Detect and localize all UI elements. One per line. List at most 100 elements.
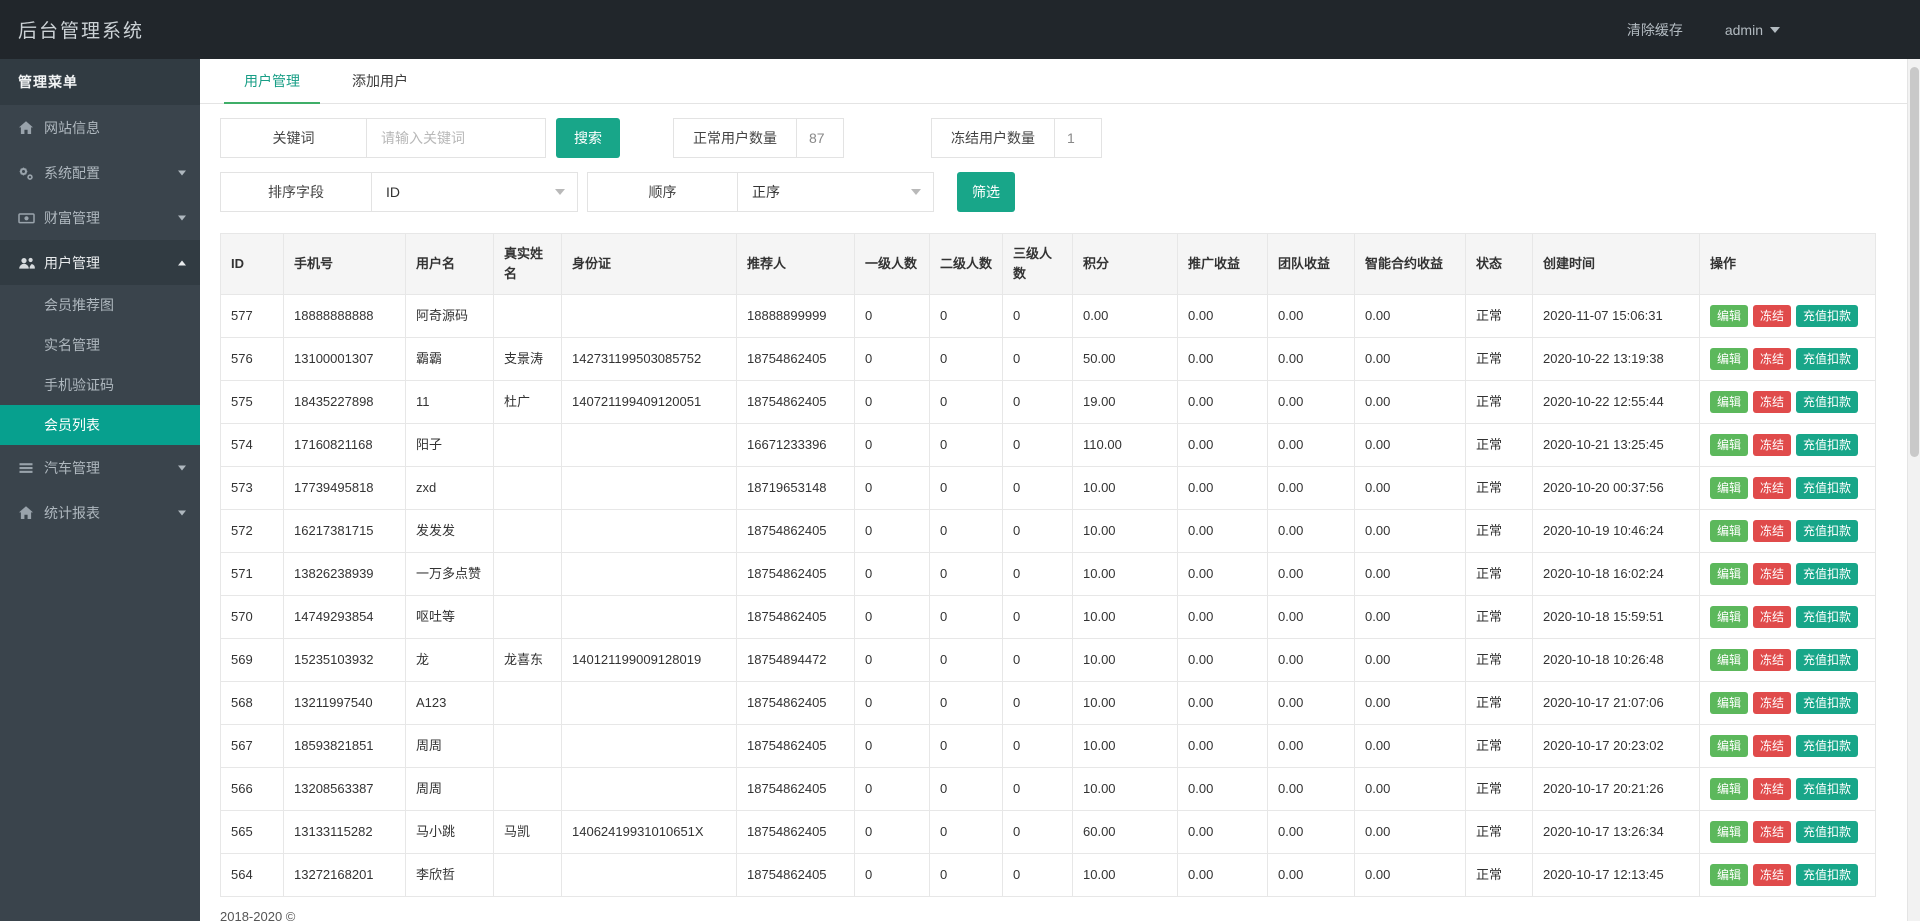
- col-header-level1: 一级人数: [855, 234, 930, 295]
- edit-button[interactable]: 编辑: [1710, 391, 1748, 413]
- sidebar-item-system-config[interactable]: 系统配置: [0, 150, 200, 195]
- cell-actions: 编辑冻结充值扣款: [1700, 338, 1876, 381]
- cell-contract_income: 0.00: [1355, 682, 1466, 725]
- edit-button[interactable]: 编辑: [1710, 735, 1748, 757]
- user-table: ID手机号用户名真实姓名身份证推荐人一级人数二级人数三级人数积分推广收益团队收益…: [220, 233, 1876, 897]
- tab-add-user[interactable]: 添加用户: [332, 59, 428, 104]
- freeze-button[interactable]: 冻结: [1753, 735, 1791, 757]
- cell-created: 2020-10-19 10:46:24: [1533, 510, 1700, 553]
- freeze-button[interactable]: 冻结: [1753, 778, 1791, 800]
- freeze-button[interactable]: 冻结: [1753, 391, 1791, 413]
- cell-level3: 0: [1003, 338, 1073, 381]
- recharge-button[interactable]: 充值扣款: [1796, 391, 1858, 413]
- recharge-button[interactable]: 充值扣款: [1796, 606, 1858, 628]
- sidebar-item-statistics-report[interactable]: 统计报表: [0, 490, 200, 535]
- edit-button[interactable]: 编辑: [1710, 305, 1748, 327]
- sidebar-subitem-realname-management[interactable]: 实名管理: [0, 325, 200, 365]
- sidebar-subitem-member-list[interactable]: 会员列表: [0, 405, 200, 445]
- freeze-button[interactable]: 冻结: [1753, 821, 1791, 843]
- order-select[interactable]: 正序: [738, 173, 933, 211]
- scrollbar-thumb[interactable]: [1910, 67, 1919, 457]
- cell-realname: [494, 467, 562, 510]
- cell-level1: 0: [855, 510, 930, 553]
- filter-row-2: 排序字段 ID 顺序 正序 筛选: [220, 172, 1920, 212]
- cell-status: 正常: [1466, 295, 1533, 338]
- freeze-button[interactable]: 冻结: [1753, 864, 1791, 886]
- cell-idcard: [562, 682, 737, 725]
- sidebar-subitem-member-referral-tree[interactable]: 会员推荐图: [0, 285, 200, 325]
- recharge-button[interactable]: 充值扣款: [1796, 692, 1858, 714]
- recharge-button[interactable]: 充值扣款: [1796, 348, 1858, 370]
- sidebar-subitem-phone-verification-code[interactable]: 手机验证码: [0, 365, 200, 405]
- cell-idcard: 140721199409120051: [562, 381, 737, 424]
- sidebar-item-wealth-management[interactable]: 财富管理: [0, 195, 200, 240]
- freeze-button[interactable]: 冻结: [1753, 477, 1791, 499]
- cell-idcard: [562, 725, 737, 768]
- order-value: 正序: [752, 182, 780, 202]
- sidebar-item-car-management[interactable]: 汽车管理: [0, 445, 200, 490]
- recharge-button[interactable]: 充值扣款: [1796, 477, 1858, 499]
- cell-team_income: 0.00: [1268, 596, 1355, 639]
- edit-button[interactable]: 编辑: [1710, 821, 1748, 843]
- admin-menu[interactable]: admin: [1725, 22, 1780, 38]
- cell-level3: 0: [1003, 596, 1073, 639]
- cell-status: 正常: [1466, 338, 1533, 381]
- filter-button[interactable]: 筛选: [957, 172, 1015, 212]
- sort-field-select[interactable]: ID: [372, 173, 577, 211]
- cell-team_income: 0.00: [1268, 682, 1355, 725]
- edit-button[interactable]: 编辑: [1710, 692, 1748, 714]
- sidebar-item-user-management[interactable]: 用户管理: [0, 240, 200, 285]
- tab-user-management[interactable]: 用户管理: [224, 59, 320, 104]
- freeze-button[interactable]: 冻结: [1753, 434, 1791, 456]
- vertical-scrollbar[interactable]: [1907, 59, 1920, 921]
- edit-button[interactable]: 编辑: [1710, 778, 1748, 800]
- edit-button[interactable]: 编辑: [1710, 477, 1748, 499]
- freeze-button[interactable]: 冻结: [1753, 606, 1791, 628]
- recharge-button[interactable]: 充值扣款: [1796, 563, 1858, 585]
- recharge-button[interactable]: 充值扣款: [1796, 305, 1858, 327]
- cell-level1: 0: [855, 295, 930, 338]
- chevron-down-icon: [178, 215, 186, 220]
- cell-points: 10.00: [1073, 682, 1178, 725]
- edit-button[interactable]: 编辑: [1710, 563, 1748, 585]
- freeze-button[interactable]: 冻结: [1753, 692, 1791, 714]
- edit-button[interactable]: 编辑: [1710, 864, 1748, 886]
- recharge-button[interactable]: 充值扣款: [1796, 778, 1858, 800]
- keyword-input[interactable]: [367, 119, 545, 157]
- cell-team_income: 0.00: [1268, 381, 1355, 424]
- edit-button[interactable]: 编辑: [1710, 606, 1748, 628]
- edit-button[interactable]: 编辑: [1710, 348, 1748, 370]
- cell-idcard: [562, 467, 737, 510]
- cell-contract_income: 0.00: [1355, 811, 1466, 854]
- sidebar-item-site-info[interactable]: 网站信息: [0, 105, 200, 150]
- recharge-button[interactable]: 充值扣款: [1796, 434, 1858, 456]
- freeze-button[interactable]: 冻结: [1753, 520, 1791, 542]
- recharge-button[interactable]: 充值扣款: [1796, 649, 1858, 671]
- freeze-button[interactable]: 冻结: [1753, 649, 1791, 671]
- freeze-button[interactable]: 冻结: [1753, 305, 1791, 327]
- cell-status: 正常: [1466, 510, 1533, 553]
- recharge-button[interactable]: 充值扣款: [1796, 520, 1858, 542]
- cell-username: 阿奇源码: [406, 295, 494, 338]
- table-row: 57317739495818zxd1871965314800010.000.00…: [221, 467, 1876, 510]
- cell-phone: 14749293854: [284, 596, 406, 639]
- cell-realname: [494, 553, 562, 596]
- edit-button[interactable]: 编辑: [1710, 520, 1748, 542]
- search-button[interactable]: 搜索: [556, 118, 620, 158]
- freeze-button[interactable]: 冻结: [1753, 348, 1791, 370]
- cell-contract_income: 0.00: [1355, 596, 1466, 639]
- edit-button[interactable]: 编辑: [1710, 434, 1748, 456]
- cell-idcard: 140121199009128019: [562, 639, 737, 682]
- recharge-button[interactable]: 充值扣款: [1796, 864, 1858, 886]
- clear-cache-button[interactable]: 清除缓存: [1627, 20, 1683, 40]
- cell-realname: 龙喜东: [494, 639, 562, 682]
- freeze-button[interactable]: 冻结: [1753, 563, 1791, 585]
- edit-button[interactable]: 编辑: [1710, 649, 1748, 671]
- cell-id: 574: [221, 424, 284, 467]
- cell-status: 正常: [1466, 639, 1533, 682]
- chevron-down-icon: [178, 465, 186, 470]
- cell-promo_income: 0.00: [1178, 811, 1268, 854]
- cell-level3: 0: [1003, 811, 1073, 854]
- recharge-button[interactable]: 充值扣款: [1796, 821, 1858, 843]
- recharge-button[interactable]: 充值扣款: [1796, 735, 1858, 757]
